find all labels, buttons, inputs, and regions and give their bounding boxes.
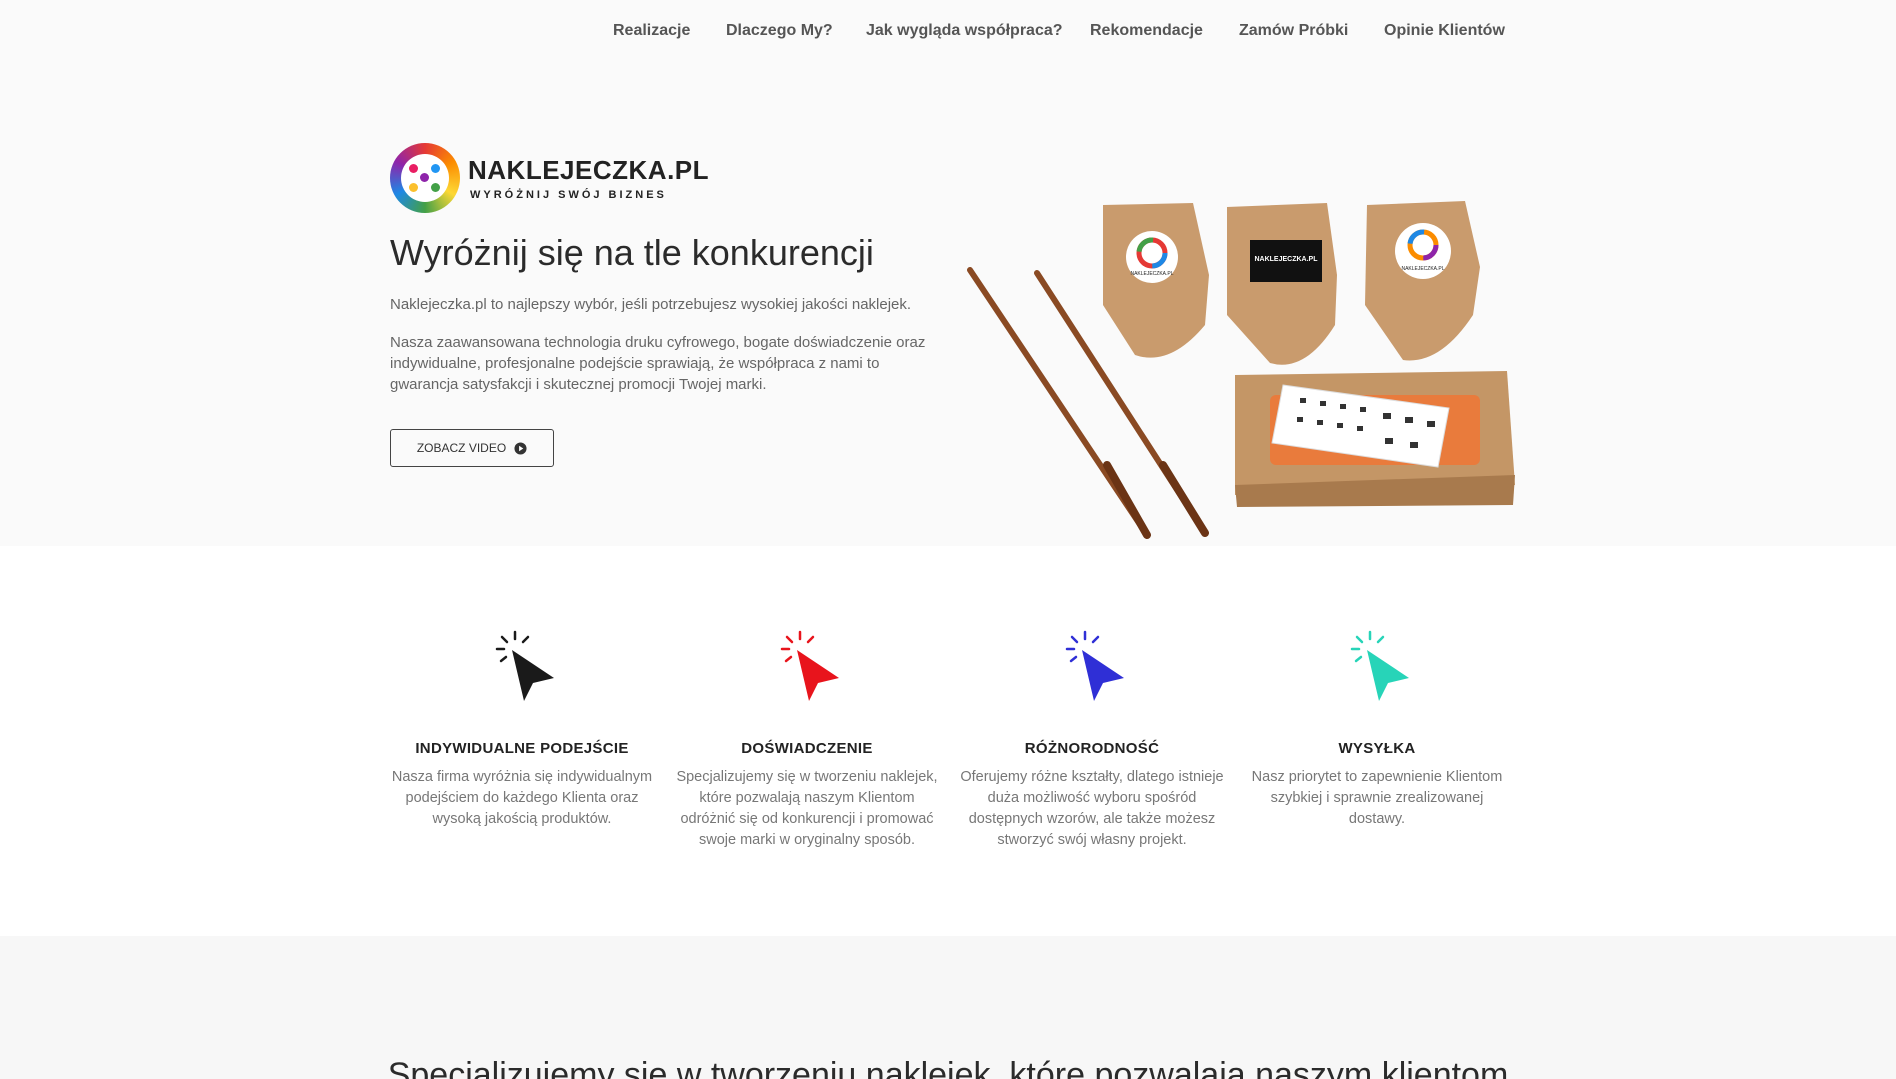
- feature-title: WYSYŁKA: [1338, 740, 1416, 757]
- hero-body: Nasza zaawansowana technologia druku cyf…: [390, 334, 926, 393]
- watch-video-button[interactable]: ZOBACZ VIDEO: [390, 429, 554, 467]
- play-circle-icon: [514, 441, 527, 455]
- feature-description: Oferujemy różne kształty, dlatego istnie…: [960, 769, 1224, 848]
- nav-item-opinie-klientow[interactable]: Opinie Klientów: [1384, 22, 1505, 40]
- nav-item-dlaczego-my[interactable]: Dlaczego My?: [726, 22, 833, 40]
- logo-tagline: WYRÓŻNIJ SWÓJ BIZNES: [470, 189, 667, 201]
- kraft-box-2: NAKLEJECZKA.PL: [1227, 203, 1337, 365]
- cursor-click-icon: [1350, 630, 1409, 701]
- feature-individual-approach: INDYWIDUALNE PODEJŚCIE Nasza firma wyróż…: [390, 626, 654, 830]
- cursor-click-icon: [1065, 630, 1124, 701]
- hero-section: NAKLEJECZKA.PL WYRÓŻNIJ SWÓJ BIZNES Wyró…: [0, 64, 1896, 546]
- svg-text:NAKLEJECZKA.PL: NAKLEJECZKA.PL: [1130, 271, 1173, 277]
- feature-title: RÓŻNORODNOŚĆ: [1024, 740, 1160, 757]
- kraft-tray: [1235, 371, 1515, 507]
- about-section: Specjalizujemy się w tworzeniu naklejek,…: [0, 936, 1896, 1079]
- nav-item-realizacje[interactable]: Realizacje: [613, 22, 690, 40]
- cursor-click-icon: [780, 630, 839, 701]
- logo[interactable]: NAKLEJECZKA.PL WYRÓŻNIJ SWÓJ BIZNES: [390, 143, 709, 215]
- feature-description: Specjalizujemy się w tworzeniu naklejek,…: [676, 769, 938, 848]
- kraft-box-3: NAKLEJECZKA.PL: [1365, 201, 1480, 361]
- nav-item-zamow-probki[interactable]: Zamów Próbki: [1239, 22, 1348, 40]
- nav-item-wspolpraca[interactable]: Jak wygląda współpraca?: [866, 22, 1063, 40]
- product-photo-boxes: NAKLEJECZKA.PL NAKLEJECZKA.PL NAKLEJECZK…: [967, 201, 1515, 539]
- feature-title: DOŚWIADCZENIE: [741, 740, 873, 757]
- logo-mark-icon: [390, 143, 460, 213]
- feature-title: INDYWIDUALNE PODEJŚCIE: [415, 740, 629, 757]
- feature-description: Nasza firma wyróżnia się indywidualnym p…: [391, 769, 653, 827]
- kraft-box-1: NAKLEJECZKA.PL: [1103, 203, 1209, 358]
- hero-title: Wyróżnij się na tle konkurencji: [390, 232, 874, 273]
- nav-item-rekomendacje[interactable]: Rekomendacje: [1090, 22, 1203, 40]
- cursor-click-icon: [495, 630, 554, 701]
- logo-name: NAKLEJECZKA.PL: [468, 155, 710, 185]
- svg-text:NAKLEJECZKA.PL: NAKLEJECZKA.PL: [1254, 256, 1318, 263]
- svg-text:NAKLEJECZKA.PL: NAKLEJECZKA.PL: [1401, 266, 1444, 272]
- feature-variety: RÓŻNORODNOŚĆ Oferujemy różne kształty, d…: [960, 626, 1224, 851]
- watch-video-label: ZOBACZ VIDEO: [416, 441, 507, 455]
- section-title: Specjalizujemy się w tworzeniu naklejek,…: [387, 1056, 1509, 1079]
- feature-description: Nasz priorytet to zapewnienie Klientom s…: [1251, 769, 1503, 827]
- top-navigation: Realizacje Dlaczego My? Jak wygląda wspó…: [0, 0, 1896, 64]
- feature-experience: DOŚWIADCZENIE Specjalizujemy się w tworz…: [675, 626, 939, 851]
- hero-intro: Naklejeczka.pl to najlepszy wybór, jeśli…: [390, 296, 912, 313]
- features-section: INDYWIDUALNE PODEJŚCIE Nasza firma wyróż…: [0, 546, 1896, 936]
- feature-shipping: WYSYŁKA Nasz priorytet to zapewnienie Kl…: [1245, 626, 1509, 830]
